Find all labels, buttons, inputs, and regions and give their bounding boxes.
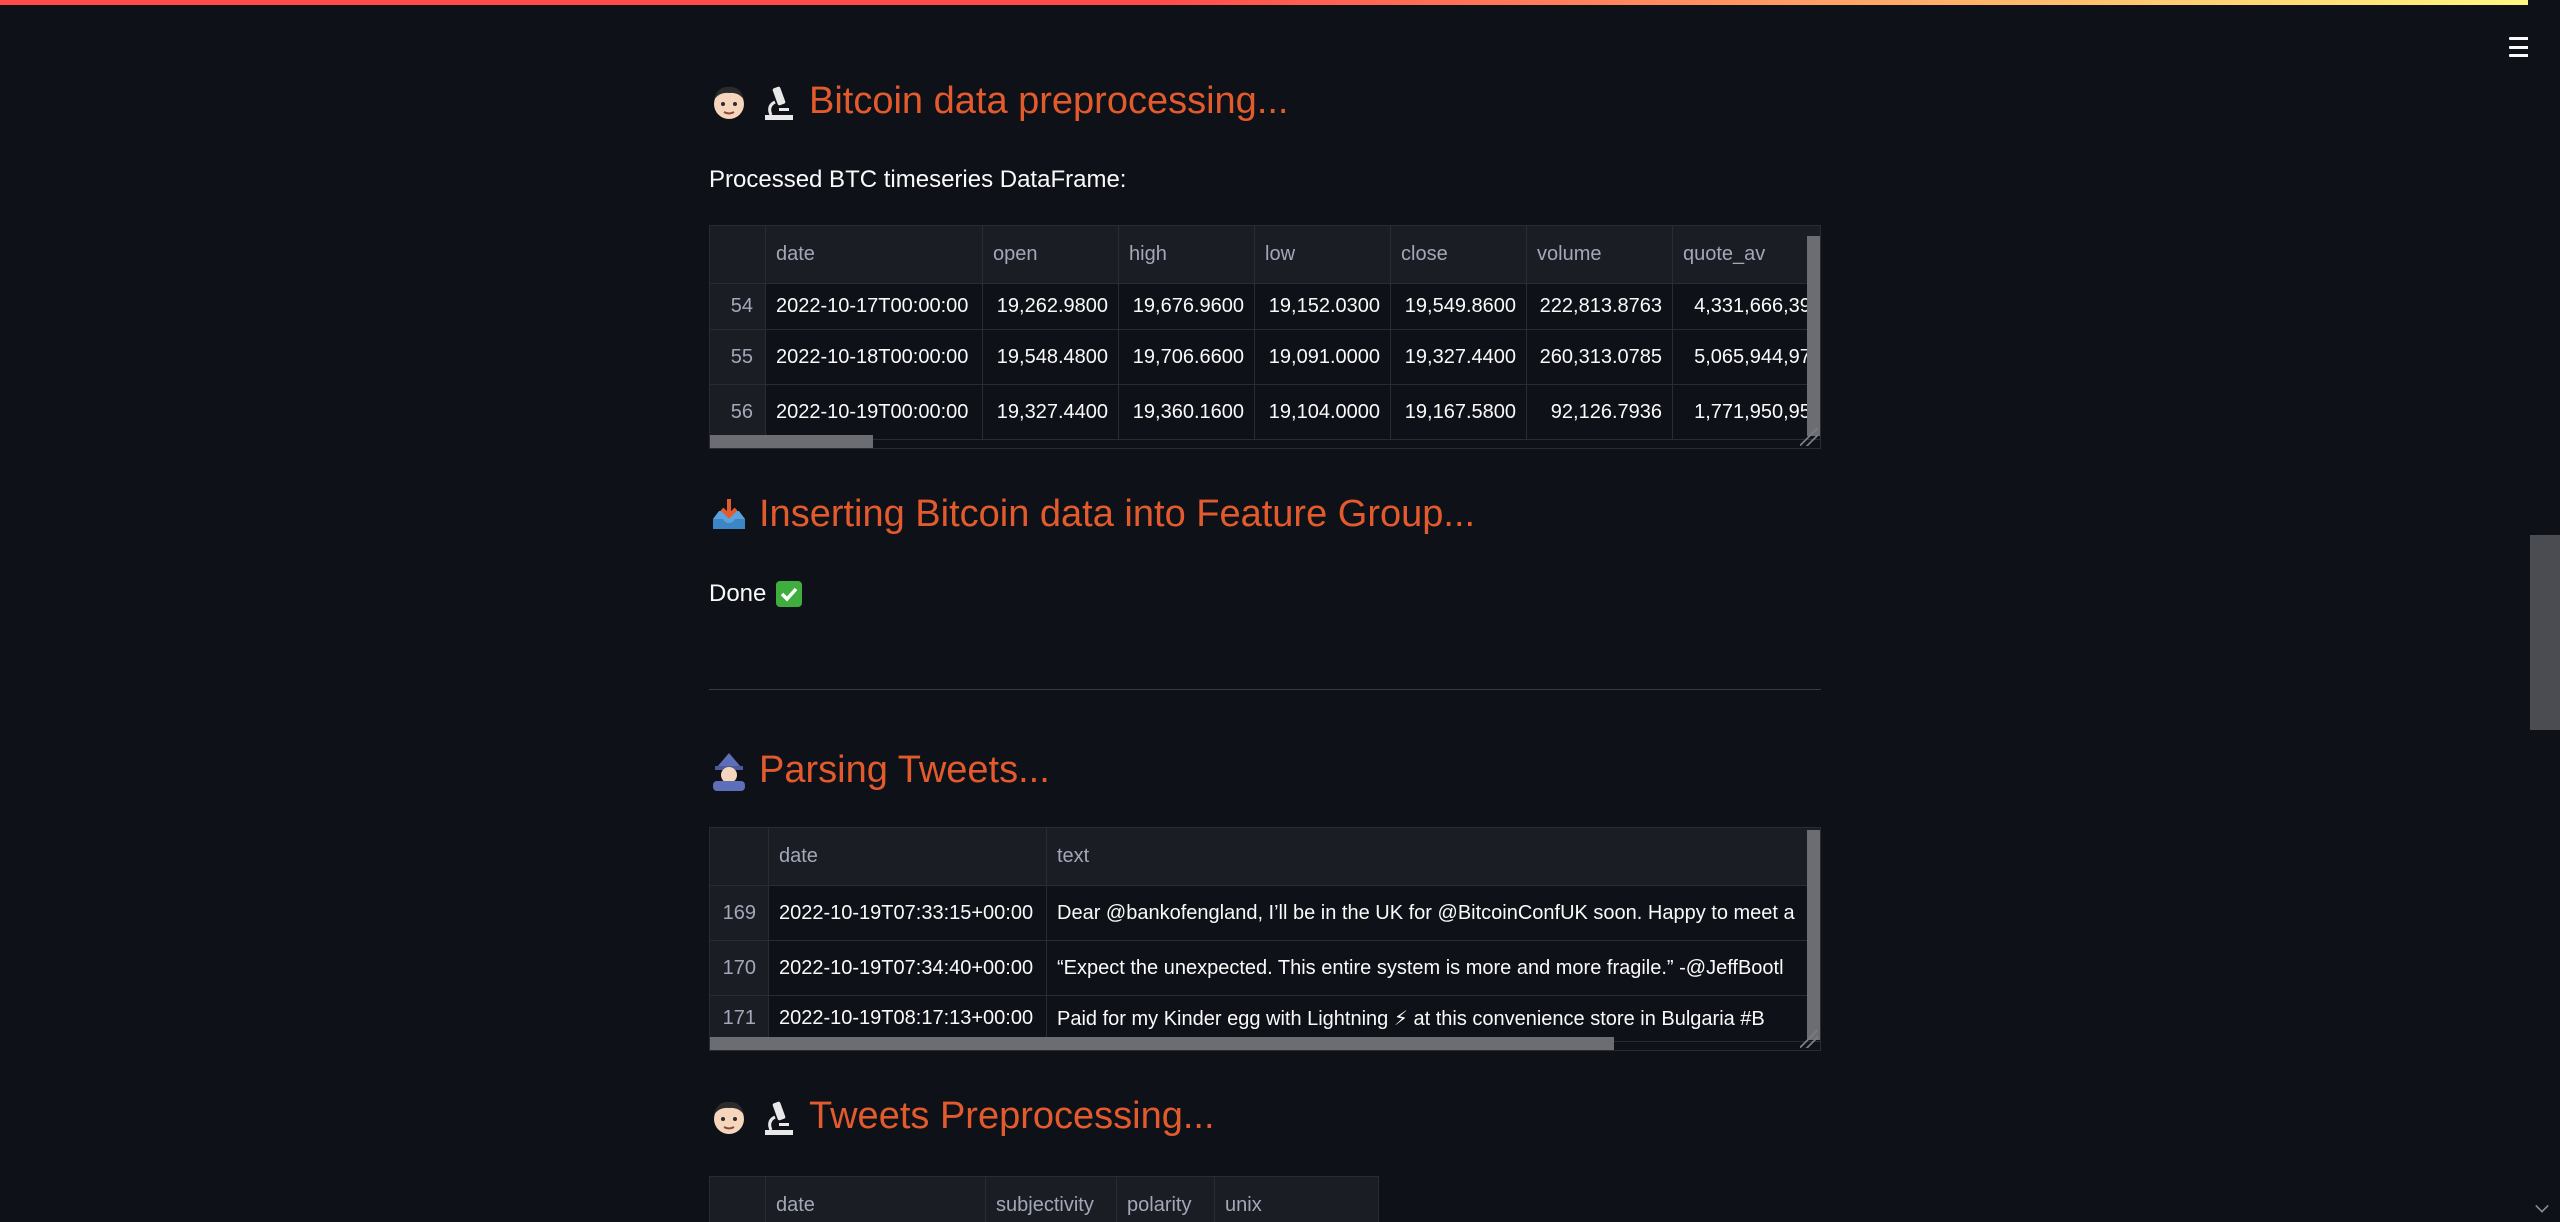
- btc-preprocessing-heading: Bitcoin data preprocessing...: [709, 80, 1289, 123]
- cell-low[interactable]: 19,091.0000: [1255, 330, 1391, 384]
- cell-date[interactable]: 2022-10-17T00:00:00: [766, 284, 983, 329]
- microscope-emoji-icon: [759, 82, 799, 122]
- top-decoration-bar: [0, 0, 2560, 5]
- cell-quote-av[interactable]: 1,771,950,958: [1673, 385, 1820, 439]
- index-column-header: [710, 828, 769, 885]
- column-header-high[interactable]: high: [1119, 226, 1255, 283]
- microscope-emoji-icon: [759, 1097, 799, 1137]
- column-header-quote-av[interactable]: quote_av: [1673, 226, 1820, 283]
- cell-close[interactable]: 19,327.4400: [1391, 330, 1527, 384]
- btc-dataframe-caption: Processed BTC timeseries DataFrame:: [709, 166, 1127, 193]
- scientist-face-emoji-icon: [709, 82, 749, 122]
- mage-emoji-icon: [709, 751, 749, 791]
- column-header-date[interactable]: date: [769, 828, 1047, 885]
- column-header-polarity[interactable]: polarity: [1117, 1177, 1215, 1222]
- cell-close[interactable]: 19,549.8600: [1391, 284, 1527, 329]
- insert-status: Done: [709, 580, 803, 608]
- column-header-date[interactable]: date: [766, 1177, 986, 1222]
- table-row[interactable]: 169 2022-10-19T07:33:15+00:00 Dear @bank…: [710, 886, 1820, 941]
- page-scrollbar[interactable]: [2528, 0, 2560, 1222]
- table-header-row: date open high low close volume quote_av: [710, 226, 1820, 284]
- cell-text[interactable]: Paid for my Kinder egg with Lightning ⚡ …: [1047, 996, 1820, 1041]
- column-header-volume[interactable]: volume: [1527, 226, 1673, 283]
- table-row[interactable]: 54 2022-10-17T00:00:00 19,262.9800 19,67…: [710, 284, 1820, 330]
- resize-handle-icon[interactable]: [1800, 428, 1818, 446]
- cell-text[interactable]: “Expect the unexpected. This entire syst…: [1047, 941, 1820, 995]
- scientist-face-emoji-icon: [709, 1097, 749, 1137]
- index-column-header: [710, 226, 766, 283]
- scroll-down-arrow-icon[interactable]: [2535, 1199, 2549, 1213]
- cell-date[interactable]: 2022-10-19T07:34:40+00:00: [769, 941, 1047, 995]
- table-header-row: date text: [710, 828, 1820, 886]
- cell-high[interactable]: 19,676.9600: [1119, 284, 1255, 329]
- inbox-tray-emoji-icon: [709, 495, 749, 535]
- btc-preprocessing-title: Bitcoin data preprocessing...: [809, 80, 1289, 122]
- column-header-low[interactable]: low: [1255, 226, 1391, 283]
- cell-volume[interactable]: 260,313.0785: [1527, 330, 1673, 384]
- column-header-unix[interactable]: unix: [1215, 1177, 1378, 1222]
- parsing-tweets-heading: Parsing Tweets...: [709, 749, 1050, 792]
- tweets-preprocessing-heading: Tweets Preprocessing...: [709, 1095, 1215, 1138]
- resize-handle-icon[interactable]: [1800, 1030, 1818, 1048]
- cell-quote-av[interactable]: 4,331,666,395: [1673, 284, 1820, 329]
- tweets-dataframe-table[interactable]: date text 169 2022-10-19T07:33:15+00:00 …: [709, 827, 1821, 1051]
- cell-volume[interactable]: 222,813.8763: [1527, 284, 1673, 329]
- table-header-row: date subjectivity polarity unix: [710, 1177, 1378, 1222]
- section-divider: [709, 689, 1821, 690]
- row-index: 170: [710, 941, 769, 995]
- tweets-table-horizontal-scrollbar[interactable]: [710, 1037, 1614, 1050]
- index-column-header: [710, 1177, 766, 1222]
- insert-status-text: Done: [709, 580, 767, 607]
- row-index: 171: [710, 996, 769, 1041]
- column-header-date[interactable]: date: [766, 226, 983, 283]
- cell-low[interactable]: 19,104.0000: [1255, 385, 1391, 439]
- column-header-subjectivity[interactable]: subjectivity: [986, 1177, 1117, 1222]
- cell-quote-av[interactable]: 5,065,944,973: [1673, 330, 1820, 384]
- table-row[interactable]: 55 2022-10-18T00:00:00 19,548.4800 19,70…: [710, 330, 1820, 385]
- table-row[interactable]: 170 2022-10-19T07:34:40+00:00 “Expect th…: [710, 941, 1820, 996]
- row-index: 169: [710, 886, 769, 940]
- insert-feature-group-heading: Inserting Bitcoin data into Feature Grou…: [709, 493, 1475, 536]
- cell-volume[interactable]: 92,126.7936: [1527, 385, 1673, 439]
- cell-open[interactable]: 19,548.4800: [983, 330, 1119, 384]
- tweets-preprocessed-table[interactable]: date subjectivity polarity unix: [709, 1176, 1379, 1222]
- parsing-tweets-title: Parsing Tweets...: [759, 749, 1050, 791]
- column-header-text[interactable]: text: [1047, 828, 1820, 885]
- row-index: 56: [710, 385, 766, 439]
- page-scrollbar-thumb[interactable]: [2530, 535, 2560, 730]
- cell-high[interactable]: 19,360.1600: [1119, 385, 1255, 439]
- cell-open[interactable]: 19,262.9800: [983, 284, 1119, 329]
- row-index: 55: [710, 330, 766, 384]
- btc-dataframe-table[interactable]: date open high low close volume quote_av…: [709, 225, 1821, 449]
- column-header-open[interactable]: open: [983, 226, 1119, 283]
- table-row[interactable]: 171 2022-10-19T08:17:13+00:00 Paid for m…: [710, 996, 1820, 1042]
- column-header-close[interactable]: close: [1391, 226, 1527, 283]
- btc-table-horizontal-scrollbar[interactable]: [710, 435, 873, 448]
- cell-date[interactable]: 2022-10-19T08:17:13+00:00: [769, 996, 1047, 1041]
- cell-date[interactable]: 2022-10-19T07:33:15+00:00: [769, 886, 1047, 940]
- table-row[interactable]: 56 2022-10-19T00:00:00 19,327.4400 19,36…: [710, 385, 1820, 440]
- btc-table-vertical-scrollbar[interactable]: [1807, 236, 1820, 436]
- row-index: 54: [710, 284, 766, 329]
- cell-high[interactable]: 19,706.6600: [1119, 330, 1255, 384]
- cell-date[interactable]: 2022-10-18T00:00:00: [766, 330, 983, 384]
- cell-date[interactable]: 2022-10-19T00:00:00: [766, 385, 983, 439]
- cell-text[interactable]: Dear @bankofengland, I’ll be in the UK f…: [1047, 886, 1820, 940]
- check-mark-icon: [776, 581, 803, 607]
- tweets-preprocessing-title: Tweets Preprocessing...: [809, 1095, 1215, 1137]
- cell-open[interactable]: 19,327.4400: [983, 385, 1119, 439]
- insert-feature-group-title: Inserting Bitcoin data into Feature Grou…: [759, 493, 1476, 535]
- cell-close[interactable]: 19,167.5800: [1391, 385, 1527, 439]
- tweets-table-vertical-scrollbar[interactable]: [1807, 830, 1820, 1040]
- cell-low[interactable]: 19,152.0300: [1255, 284, 1391, 329]
